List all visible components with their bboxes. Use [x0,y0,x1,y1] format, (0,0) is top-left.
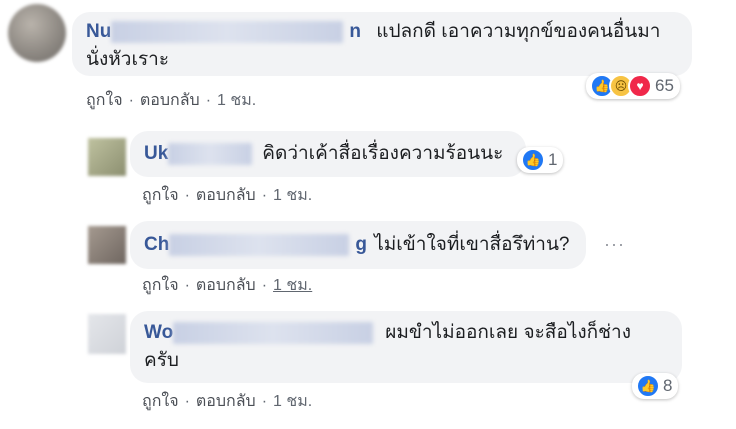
comment-text-line2: นั่งหัวเราะ [86,49,170,70]
redacted-name [169,233,350,256]
separator: · [184,277,190,294]
like-link[interactable]: ถูกใจ [142,273,179,298]
separator: · [261,277,268,294]
separator: · [128,92,134,109]
avatar[interactable] [88,138,126,176]
separator: · [184,187,190,204]
comment-text: แปลกดี เอาความทุกข์ของคนอื่นมา [376,21,661,42]
comment-bubble: Wo ผมขำไม่ออกเลย จะสือไงก็ช่าง ครับ [130,311,682,383]
commenter-name[interactable]: Uk [144,143,168,164]
like-icon: 👍 [521,148,545,172]
comment-text-line2: ครับ [144,350,179,371]
comment-bubble: Ch g ไม่เข้าใจที่เขาสื่อรึท่าน? [130,221,586,269]
timestamp[interactable]: 1 ชม. [273,273,312,298]
comment-actions: ถูกใจ · ตอบกลับ · 1 ชม. [142,389,312,414]
timestamp[interactable]: 1 ชม. [273,183,312,208]
separator: · [205,92,212,109]
avatar[interactable] [88,226,126,264]
comment-actions: ถูกใจ · ตอบกลับ · 1 ชม. [142,183,312,208]
more-options-icon[interactable]: ··· [604,234,625,255]
reaction-count: 65 [655,76,674,95]
comment-actions: ถูกใจ · ตอบกลับ · 1 ชม. [86,88,256,113]
reply-link[interactable]: ตอบกลับ [140,88,200,113]
love-icon: ♥ [628,74,652,98]
avatar[interactable] [88,314,126,354]
comment-bubble: Nu n แปลกดี เอาความทุกข์ของคนอื่นมา นั่งห… [72,12,692,76]
avatar[interactable] [8,4,66,62]
comment-text: ไม่เข้าใจที่เขาสื่อรึท่าน? [374,234,570,255]
reaction-count: 1 [548,150,558,169]
separator: · [261,393,268,410]
like-link[interactable]: ถูกใจ [142,389,179,414]
reply-link[interactable]: ตอบกลับ [196,273,256,298]
like-icon: 👍 [636,374,660,398]
redacted-name [111,20,344,43]
comment-actions: ถูกใจ · ตอบกลับ · 1 ชม. [142,273,312,298]
redacted-name [168,142,253,165]
commenter-name[interactable]: Nu [86,21,111,42]
commenter-name[interactable]: Ch [144,234,169,255]
reaction-count: 8 [663,376,673,395]
reply-link[interactable]: ตอบกลับ [196,183,256,208]
reply-link[interactable]: ตอบกลับ [196,389,256,414]
separator: · [184,393,190,410]
reaction-summary[interactable]: 👍 ☹ ♥ 65 [586,73,680,99]
like-link[interactable]: ถูกใจ [86,88,123,113]
redacted-name [173,321,374,344]
commenter-name-tail[interactable]: n [349,21,361,42]
reaction-summary[interactable]: 👍 8 [632,373,679,399]
commenter-name[interactable]: Wo [144,322,173,343]
commenter-name-tail[interactable]: g [355,234,367,255]
timestamp[interactable]: 1 ชม. [217,88,256,113]
reaction-summary[interactable]: 👍 1 [517,147,564,173]
timestamp[interactable]: 1 ชม. [273,389,312,414]
separator: · [261,187,268,204]
comment-text: ผมขำไม่ออกเลย จะสือไงก็ช่าง [385,322,631,343]
like-link[interactable]: ถูกใจ [142,183,179,208]
comment-text: คิดว่าเค้าสื่อเรื่องความร้อนนะ [262,143,504,164]
comment-bubble: Uk คิดว่าเค้าสื่อเรื่องความร้อนนะ [130,131,526,177]
